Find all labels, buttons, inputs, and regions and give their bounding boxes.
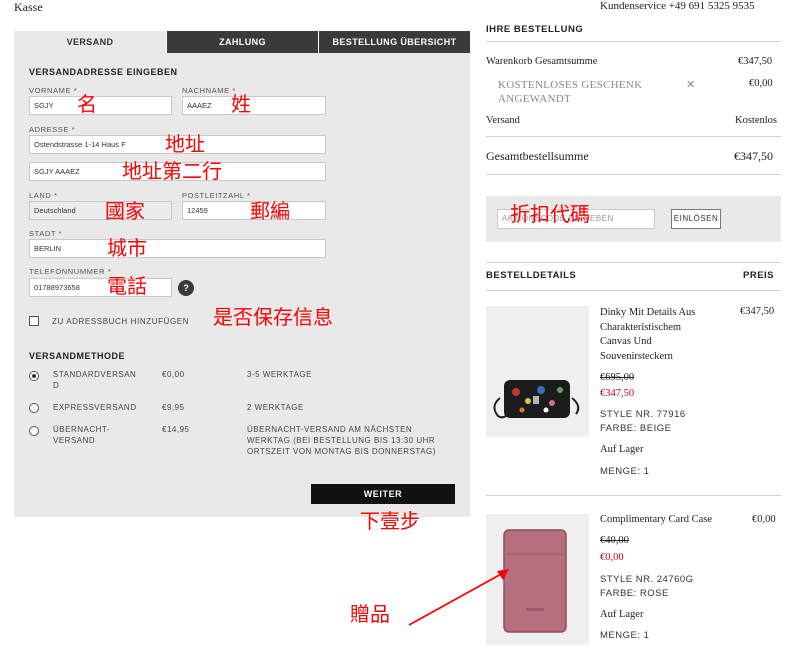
product-stock-card-case: Auf Lager [600,609,644,620]
total-value: €347,50 [734,149,773,163]
order-heading: IHRE BESTELLUNG [486,24,584,35]
shipping-method-heading: VERSANDMETHODE [29,351,126,361]
overnight-shipping-price: €14,95 [162,425,190,434]
wristlet-bag-icon [493,380,580,419]
gift-value: €0,00 [749,78,773,89]
product-old-price-card-case: €40,00 [600,535,629,546]
divider [486,290,781,291]
next-button[interactable]: WEITER [311,484,455,504]
express-shipping-time: 2 WERKTAGE [247,403,304,412]
price-heading: PREIS [743,270,775,281]
divider [486,495,781,496]
product-price-dinky: €347,50 [740,306,775,317]
tab-versand[interactable]: VERSAND [14,31,166,53]
express-shipping-name: EXPRESSVERSAND [53,403,137,412]
addressbook-label: ZU ADRESSBUCH HINZUFÜGEN [52,317,190,326]
annotation-gift: 贈品 [350,602,390,626]
order-details-heading: BESTELLDETAILS [486,270,577,281]
zip-label: POSTLEITZAHL * [182,191,251,200]
firstname-input[interactable]: SGJY [29,96,172,115]
product-color-card-case: FARBE: ROSE [600,588,669,599]
lastname-label: NACHNAME * [182,86,236,95]
annotation-address: 地址 [165,132,205,156]
overnight-shipping-name: ÜBERNACHT- VERSAND [53,425,111,445]
subtotal-label: Warenkorb Gesamtsumme [486,56,598,67]
annotation-save-info: 是否保存信息 [213,305,333,329]
shipping-address-heading: VERSANDADRESSE EINGEBEN [29,67,178,77]
city-label: STADT * [29,229,63,238]
country-label: LAND * [29,191,58,200]
product-old-price-dinky: €695,00 [600,372,635,383]
standard-shipping-time: 3-5 WERKTAGE [247,370,312,379]
page-title: Kasse [14,0,43,14]
standard-shipping-name: STANDARDVERSAN D [53,370,137,390]
firstname-label: VORNAME * [29,86,78,95]
annotation-firstname: 名 [77,92,97,116]
addressbook-checkbox[interactable] [29,316,39,326]
product-name-card-case[interactable]: Complimentary Card Case [600,514,712,525]
annotation-address2: 地址第二行 [122,159,222,183]
city-input[interactable]: BERLIN [29,239,326,258]
phone-label: TELEFONNUMMER * [29,267,112,276]
annotation-zip: 郵編 [250,199,290,223]
address-label: ADRESSE * [29,125,76,134]
product-qty-card-case: MENGE: 1 [600,630,650,641]
customer-service-phone: Kundenservice +49 691 5325 9535 [600,0,755,12]
overnight-shipping-time: ÜBERNACHT-VERSAND AM NÄCHSTEN WERKTAG (B… [247,425,436,456]
lastname-input[interactable]: AAAEZ [182,96,326,115]
divider [486,174,781,175]
tab-zahlung[interactable]: ZAHLUNG [166,31,318,53]
product-image-dinky[interactable] [486,306,589,437]
annotation-city: 城市 [107,236,147,260]
redeem-button[interactable]: EINLÖSEN [671,209,721,229]
shipping-label: Versand [486,115,520,126]
product-style-dinky: STYLE NR. 77916 [600,409,686,420]
help-icon[interactable]: ? [178,280,194,296]
country-select[interactable]: Deutschland [29,201,172,220]
divider [486,136,781,137]
product-new-price-card-case: €0,00 [600,552,624,563]
product-color-dinky: FARBE: BEIGE [600,423,672,434]
annotation-lastname: 姓 [231,92,251,116]
standard-shipping-price: €0,00 [162,370,185,379]
divider [486,41,781,42]
shipping-value: Kostenlos [735,115,777,126]
total-label: Gesamtbestellsumme [486,149,589,163]
annotation-next: 下壹步 [360,509,420,533]
subtotal-value: €347,50 [738,56,773,67]
arrow-icon [408,569,509,626]
tab-bestellung-uebersicht[interactable]: BESTELLUNG ÜBERSICHT [318,31,470,53]
annotation-country: 國家 [105,199,145,223]
divider [486,262,781,263]
annotation-discount: 折扣代碼 [510,202,590,226]
product-new-price-dinky: €347,50 [600,388,635,399]
express-shipping-price: €9,95 [162,403,185,412]
radio-express-shipping[interactable] [29,403,39,413]
product-stock-dinky: Auf Lager [600,444,644,455]
product-qty-dinky: MENGE: 1 [600,466,650,477]
annotation-phone: 電話 [107,274,147,298]
radio-overnight-shipping[interactable] [29,426,39,436]
product-name-dinky[interactable]: Dinky Mit Details Aus Charakteristischem… [600,306,695,364]
product-style-card-case: STYLE NR. 24760G [600,574,694,585]
product-price-card-case: €0,00 [752,514,776,525]
radio-standard-shipping[interactable] [29,371,39,381]
remove-gift-icon[interactable]: ✕ [686,78,695,91]
phone-input[interactable]: 01788973658 [29,278,172,297]
gift-applied-text: KOSTENLOSES GESCHENK ANGEWANDT [498,79,643,105]
